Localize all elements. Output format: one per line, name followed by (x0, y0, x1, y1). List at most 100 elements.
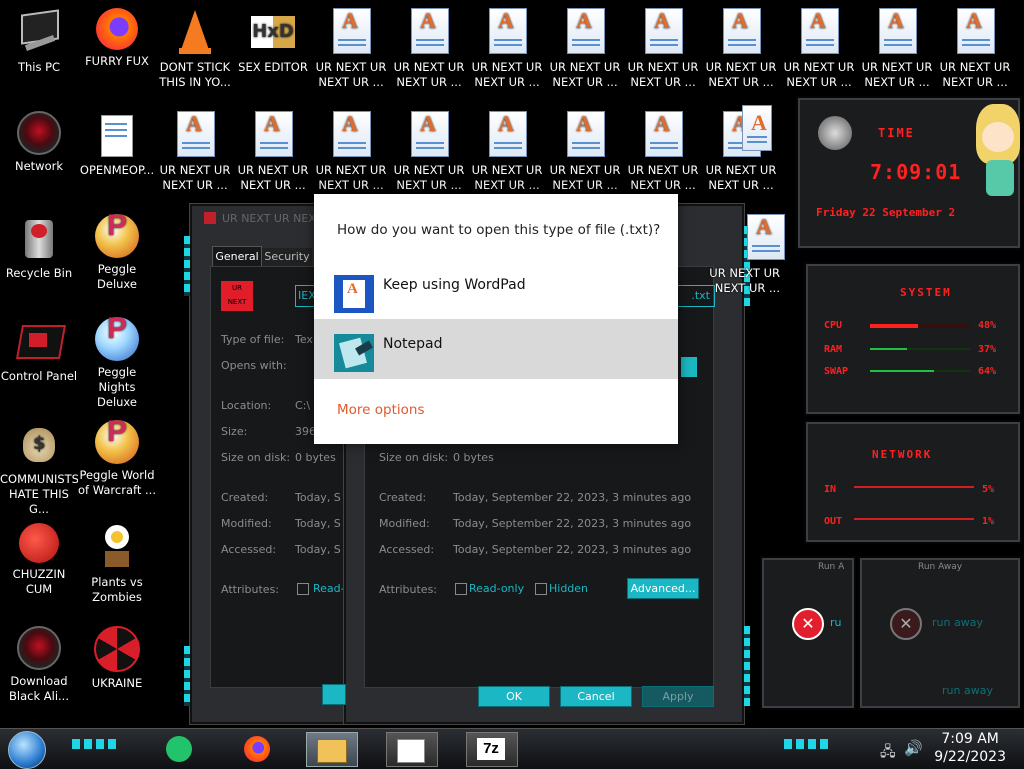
modified-value: Today, S (295, 517, 341, 530)
icon-label: UR NEXT UR NEXT UR ... (861, 60, 933, 89)
flower-pot-icon (93, 523, 141, 571)
wordpad-document-icon (645, 111, 683, 157)
change-button[interactable] (681, 357, 697, 377)
desktop-icon-openmeop[interactable]: OPENMEOP... (78, 105, 156, 205)
desktop-icon-dont-stick[interactable]: DONT STICK THIS IN YO... (156, 2, 234, 102)
error-popup-1[interactable]: Run A ✕ ru (760, 556, 856, 710)
taskbar-light (784, 739, 828, 749)
desktop-icon-ur-next[interactable]: UR NEXT UR NEXT UR ... (390, 2, 468, 102)
icon-label: UKRAINE (91, 676, 143, 690)
option-notepad[interactable]: Notepad (314, 319, 678, 379)
dialog-question: How do you want to open this type of fil… (337, 222, 661, 238)
accessed-label: Accessed: (379, 543, 435, 556)
taskbar-app-explorer[interactable] (306, 732, 358, 767)
wordpad-document-icon (489, 8, 527, 54)
icon-label: CHUZZIN CUM (12, 567, 66, 596)
left-window-ok-button-partial[interactable] (322, 684, 346, 705)
desktop-icon-ur-next[interactable]: UR NEXT UR NEXT UR ... (546, 2, 624, 102)
desktop-icon-furry-fux[interactable]: FURRY FUX (78, 2, 156, 102)
green-notes-icon (166, 736, 192, 762)
taskbar-app-7zip[interactable]: 7z (466, 732, 518, 767)
option-keep-wordpad[interactable]: A Keep using WordPad (314, 260, 678, 320)
desktop-icon-sex-editor[interactable]: HxD SEX EDITOR (234, 2, 312, 102)
tab-general[interactable]: General (212, 246, 262, 267)
desktop-icon-communists[interactable]: $ COMMUNISTS HATE THIS G... (0, 414, 78, 516)
size-on-disk-value: 0 bytes (295, 451, 336, 464)
desktop-icon-chuzzin[interactable]: CHUZZIN CUM (0, 517, 78, 617)
taskbar-app-wordpad[interactable] (386, 732, 438, 767)
type-value: Tex (295, 333, 313, 346)
wordpad-document-icon (645, 8, 683, 54)
icon-label: UR NEXT UR NEXT UR ... (783, 60, 855, 89)
notepad-icon (334, 334, 374, 372)
desktop-icon-ur-next[interactable]: UR NEXT UR NEXT UR ... (546, 105, 624, 205)
desktop-icon-ur-next[interactable]: UR NEXT UR NEXT UR ... (624, 105, 702, 205)
tab-security[interactable]: Security (262, 248, 312, 266)
document-icon (93, 111, 141, 159)
desktop-icon-peggle-wow[interactable]: P Peggle World of Warcraft ... (78, 414, 156, 514)
apply-button[interactable]: Apply (642, 686, 714, 707)
desktop-icon-ur-next[interactable]: UR NEXT UR NEXT UR ... (468, 2, 546, 102)
desktop-icon-ur-next[interactable]: UR NEXT UR NEXT UR ... (624, 2, 702, 102)
desktop-icon-recycle-bin[interactable]: Recycle Bin (0, 208, 78, 308)
desktop-icon-ur-next[interactable]: UR NEXT UR NEXT UR ... (702, 208, 785, 308)
option-label: Keep using WordPad (383, 277, 526, 293)
popup-message: run away (942, 684, 993, 697)
radiation-icon (94, 626, 140, 672)
star-character-image (970, 100, 1022, 200)
hidden-checkbox[interactable] (535, 583, 547, 595)
desktop-icon-ur-next[interactable]: UR NEXT UR NEXT UR ... (312, 105, 390, 205)
wordpad-document-icon (723, 8, 761, 54)
accessed-value: Today, September 22, 2023, 3 minutes ago (453, 543, 692, 556)
network-icon[interactable]: 🖧 (880, 741, 896, 765)
cpu-bar-fill (870, 324, 918, 328)
desktop-icon-ur-next[interactable]: UR NEXT UR NEXT UR ... (390, 105, 468, 205)
desktop-icon-ur-next[interactable]: UR NEXT UR NEXT UR ... (468, 105, 546, 205)
open-with-dialog[interactable]: How do you want to open this type of fil… (314, 194, 678, 444)
system-gadget: SYSTEM CPU 48% RAM 37% SWAP 64% (804, 262, 1022, 416)
clock[interactable]: 7:09 AM 9/22/2023 (934, 730, 1006, 766)
desktop-icon-this-pc[interactable]: This PC (0, 2, 78, 102)
cancel-button[interactable]: Cancel (560, 686, 632, 707)
desktop-icon-ur-next[interactable]: UR NEXT UR NEXT UR ... (234, 105, 312, 205)
type-label: Type of file: (221, 333, 285, 346)
desktop-icon-ur-next[interactable]: UR NEXT UR NEXT UR ... (312, 2, 390, 102)
volume-icon[interactable]: 🔊 (904, 739, 923, 757)
desktop-icon-peggle-deluxe[interactable]: P Peggle Deluxe (78, 208, 156, 308)
desktop-icon-ur-next[interactable]: UR NEXT UR NEXT UR ... (858, 2, 936, 102)
in-graph (854, 486, 974, 488)
error-popup-2[interactable]: Run Away ✕ run away run away (858, 556, 1022, 710)
icon-label: UR NEXT UR NEXT UR ... (315, 60, 387, 89)
desktop-icon-ukraine[interactable]: UKRAINE (78, 620, 156, 720)
swap-value: 64% (978, 366, 997, 377)
readonly-label: Read- (313, 582, 345, 595)
desktop-icon-ur-next[interactable]: UR NEXT UR NEXT UR ... (780, 2, 858, 102)
desktop-icon-peggle-nights[interactable]: P Peggle Nights Deluxe (78, 311, 156, 411)
folder-icon (317, 739, 347, 763)
chuzzle-icon (19, 523, 59, 563)
readonly-checkbox[interactable] (455, 583, 467, 595)
desktop-icon-ur-next[interactable]: UR NEXT UR NEXT UR ... (156, 105, 234, 205)
wordpad-document-icon (255, 111, 293, 157)
readonly-checkbox[interactable] (297, 583, 309, 595)
icon-label: Peggle Deluxe (97, 262, 137, 291)
desktop-icon-download-black-alien[interactable]: Download Black Ali... (0, 620, 78, 720)
advanced-button[interactable]: Advanced... (627, 578, 699, 599)
option-label: Notepad (383, 336, 443, 352)
taskbar-app-notes[interactable] (158, 732, 206, 765)
desktop-icon-ur-next[interactable]: UR NEXT UR NEXT UR ... (936, 2, 1014, 102)
size-on-disk-value: 0 bytes (453, 451, 494, 464)
pc-icon (15, 8, 63, 56)
desktop-icon-plants-vs-zombies[interactable]: Plants vs Zombies (78, 517, 156, 617)
desktop-icon-control-panel[interactable]: Control Panel (0, 311, 78, 411)
desktop-icon-network[interactable]: Network (0, 105, 78, 205)
time-title: TIME (878, 126, 915, 140)
ok-button[interactable]: OK (478, 686, 550, 707)
wordpad-document-icon (177, 111, 215, 157)
taskbar-app-firefox[interactable] (236, 732, 284, 765)
start-button[interactable] (8, 731, 46, 769)
popup-message: ru (830, 616, 842, 629)
desktop-icon-ur-next[interactable]: UR NEXT UR NEXT UR ... (702, 2, 780, 102)
more-options-link[interactable]: More options (337, 402, 424, 418)
time-value: 7:09:01 (870, 160, 962, 184)
